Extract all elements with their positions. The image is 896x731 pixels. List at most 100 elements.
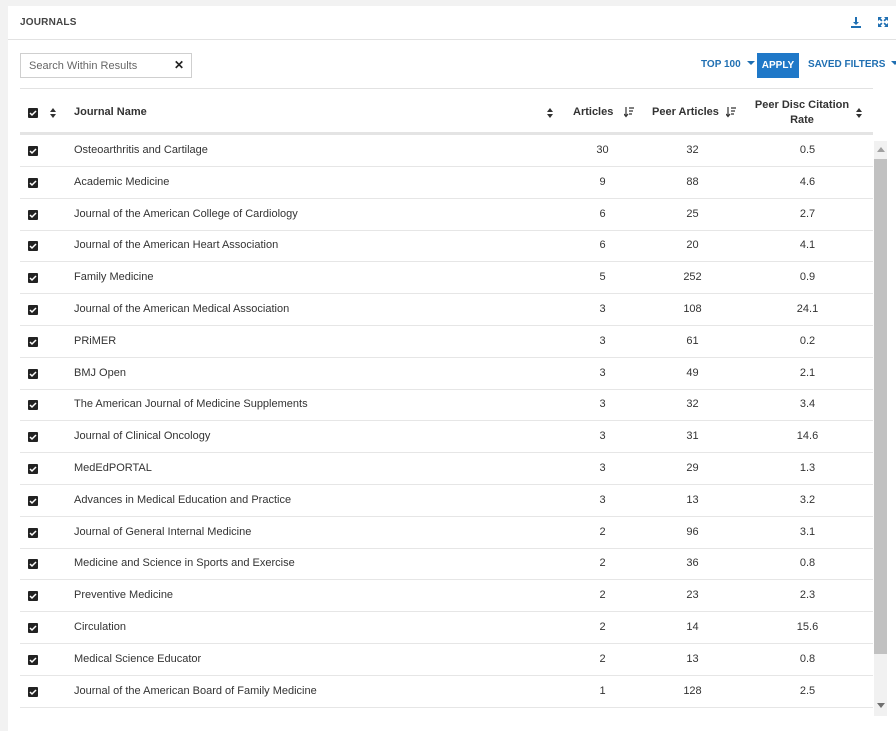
table-row[interactable]: Journal of the American College of Cardi… — [20, 199, 873, 231]
articles-cell: 3 — [599, 398, 606, 411]
table-row[interactable]: Journal of the American Medical Associat… — [20, 294, 873, 326]
clear-search-icon[interactable]: ✕ — [174, 58, 184, 72]
journal-name-cell[interactable]: Academic Medicine — [74, 176, 169, 188]
journal-name-cell[interactable]: Medicine and Science in Sports and Exerc… — [74, 557, 295, 569]
chevron-down-icon — [891, 61, 896, 65]
select-all-checkbox[interactable] — [28, 108, 38, 118]
peer-articles-cell: 96 — [686, 525, 699, 538]
row-checkbox[interactable] — [28, 464, 38, 474]
journal-name-cell[interactable]: Journal of General Internal Medicine — [74, 526, 251, 538]
table-row[interactable]: Journal of the American Heart Associatio… — [20, 230, 873, 263]
row-checkbox[interactable] — [28, 559, 38, 570]
peer-articles-header[interactable]: Peer Articles — [652, 106, 719, 118]
row-checkbox[interactable] — [28, 336, 38, 347]
row-checkbox[interactable] — [28, 432, 38, 443]
journal-name-cell[interactable]: MedEdPORTAL — [74, 462, 152, 474]
top-100-dropdown[interactable]: TOP 100 — [701, 59, 755, 70]
peer-disc-citation-rate-cell: 1.3 — [799, 462, 816, 474]
journal-name-cell[interactable]: Journal of the American Heart Associatio… — [74, 239, 278, 251]
journal-name-cell[interactable]: PRiMER — [74, 335, 116, 347]
journal-name-cell[interactable]: Osteoarthritis and Cartilage — [74, 144, 208, 156]
vertical-scrollbar[interactable] — [874, 141, 887, 716]
peer-articles-cell: 29 — [686, 462, 699, 474]
row-checkbox[interactable] — [28, 591, 38, 602]
sort-descending-icon[interactable] — [624, 106, 634, 118]
chevron-down-icon — [746, 61, 755, 65]
articles-header[interactable]: Articles — [573, 106, 613, 118]
table-row[interactable]: Medical Science Educator 2 13 0.8 — [20, 644, 873, 676]
articles-cell: 3 — [599, 430, 606, 443]
row-checkbox[interactable] — [28, 400, 38, 411]
peer-articles-cell: 252 — [683, 271, 702, 284]
table-row[interactable]: Journal of General Internal Medicine 2 96 3… — [20, 517, 873, 549]
row-checkbox[interactable] — [28, 495, 38, 506]
peer-disc-citation-rate-cell: 3.1 — [799, 525, 816, 538]
download-icon[interactable] — [850, 16, 862, 28]
articles-cell: 3 — [599, 462, 606, 474]
apply-button[interactable]: APPLY — [757, 53, 799, 78]
row-checkbox[interactable] — [28, 305, 38, 315]
row-checkbox[interactable] — [28, 209, 38, 220]
sort-descending-icon[interactable] — [726, 106, 736, 118]
row-checkbox[interactable] — [28, 686, 38, 697]
peer-disc-citation-rate-cell: 2.3 — [799, 589, 816, 602]
row-checkbox[interactable] — [28, 654, 38, 665]
peer-disc-citation-rate-cell: 24.1 — [796, 303, 819, 315]
journal-name-cell[interactable]: Journal of Clinical Oncology — [74, 430, 210, 442]
peer-disc-citation-rate-cell: 15.6 — [796, 621, 819, 633]
articles-cell: 9 — [599, 175, 606, 188]
table-row[interactable]: The American Journal of Medicine Supplem… — [20, 389, 873, 422]
articles-cell: 3 — [599, 334, 606, 347]
row-checkbox[interactable] — [28, 177, 38, 188]
peer-articles-cell: 61 — [686, 334, 699, 347]
scroll-down-icon[interactable] — [877, 703, 885, 708]
peer-disc-citation-rate-header[interactable]: Peer Disc Citation Rate — [747, 98, 857, 128]
row-checkbox[interactable] — [28, 241, 38, 252]
journal-name-cell[interactable]: Journal of the American College of Cardi… — [74, 208, 298, 220]
table-row[interactable]: Circulation 2 14 15.6 — [20, 612, 873, 644]
search-box: ✕ — [20, 53, 192, 78]
articles-cell: 3 — [599, 493, 606, 506]
row-checkbox[interactable] — [28, 368, 38, 379]
table-row[interactable]: Family Medicine 5 252 0.9 — [20, 262, 873, 295]
peer-articles-cell: 23 — [686, 589, 699, 602]
table-row[interactable]: Journal of Clinical Oncology 3 31 14.6 — [20, 421, 873, 454]
journal-name-cell[interactable]: Circulation — [74, 621, 126, 633]
journal-name-cell[interactable]: The American Journal of Medicine Supplem… — [74, 398, 308, 410]
journal-name-header[interactable]: Journal Name — [74, 106, 147, 118]
articles-cell: 2 — [599, 652, 606, 665]
row-checkbox[interactable] — [28, 273, 38, 284]
row-checkbox[interactable] — [28, 527, 38, 538]
table-row[interactable]: Medicine and Science in Sports and Exerc… — [20, 548, 873, 581]
header-line: Rate — [790, 114, 814, 126]
table-row[interactable]: MedEdPORTAL 3 29 1.3 — [20, 453, 873, 485]
scroll-up-icon[interactable] — [877, 147, 885, 152]
sort-icon[interactable] — [48, 107, 58, 119]
articles-cell: 6 — [599, 239, 606, 252]
table-row[interactable]: Osteoarthritis and Cartilage 30 32 0.5 — [20, 135, 873, 167]
table-row[interactable]: PRiMER 3 61 0.2 — [20, 326, 873, 358]
journal-name-cell[interactable]: Advances in Medical Education and Practi… — [74, 494, 291, 506]
peer-disc-citation-rate-cell: 3.4 — [799, 398, 816, 411]
search-input[interactable] — [29, 59, 169, 73]
scroll-thumb[interactable] — [874, 159, 887, 654]
table-row[interactable]: Journal of the American Board of Family … — [20, 676, 873, 708]
saved-filters-dropdown[interactable]: SAVED FILTERS — [808, 59, 896, 70]
articles-cell: 6 — [599, 207, 606, 220]
table-row[interactable]: Academic Medicine 9 88 4.6 — [20, 167, 873, 199]
row-checkbox[interactable] — [28, 623, 38, 633]
journal-name-cell[interactable]: Medical Science Educator — [74, 653, 201, 665]
expand-icon[interactable] — [877, 16, 889, 28]
table-body: Osteoarthritis and Cartilage 30 32 0.5 Acade… — [20, 135, 873, 713]
journal-name-cell[interactable]: BMJ Open — [74, 367, 126, 379]
journal-name-cell[interactable]: Preventive Medicine — [74, 589, 173, 601]
sort-icon[interactable] — [545, 107, 555, 119]
journal-name-cell[interactable]: Journal of the American Board of Family … — [74, 685, 317, 697]
table-row[interactable]: Preventive Medicine 2 23 2.3 — [20, 580, 873, 613]
sort-icon[interactable] — [854, 107, 864, 119]
table-row[interactable]: Advances in Medical Education and Practi… — [20, 485, 873, 517]
table-row[interactable]: BMJ Open 3 49 2.1 — [20, 358, 873, 390]
row-checkbox[interactable] — [28, 146, 38, 156]
journal-name-cell[interactable]: Family Medicine — [74, 271, 153, 283]
journal-name-cell[interactable]: Journal of the American Medical Associat… — [74, 303, 289, 315]
